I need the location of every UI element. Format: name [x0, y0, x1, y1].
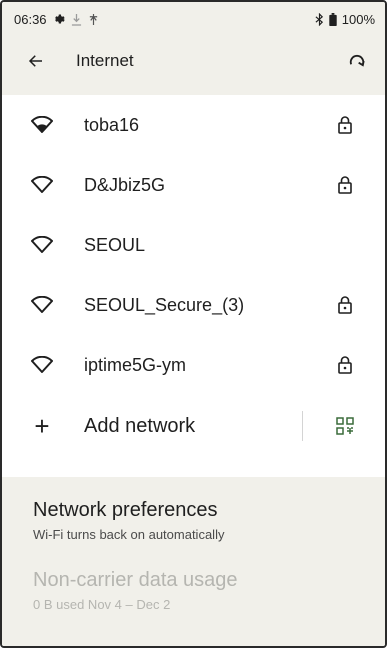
wifi-signal-icon	[30, 113, 54, 137]
download-icon	[71, 13, 82, 26]
non-carrier-data-usage-item: Non-carrier data usage 0 B used Nov 4 – …	[2, 542, 385, 612]
page-title: Internet	[76, 51, 134, 70]
battery-icon	[329, 12, 337, 26]
network-item[interactable]: SEOUL	[2, 215, 385, 275]
network-name: SEOUL_Secure_(3)	[84, 294, 245, 315]
usb-debug-icon	[88, 13, 99, 26]
phone-screen: 06:36 100% Internet toba16 D&Jbiz5G SEOU…	[0, 0, 387, 648]
network-name: toba16	[84, 114, 140, 135]
wifi-signal-icon	[30, 173, 54, 197]
back-button[interactable]	[18, 43, 54, 79]
network-item[interactable]: toba16	[2, 95, 385, 155]
lock-icon	[333, 113, 357, 137]
app-bar: Internet	[2, 36, 385, 86]
network-preferences-item[interactable]: Network preferences Wi-Fi turns back on …	[2, 477, 385, 542]
lock-icon	[333, 293, 357, 317]
bluetooth-icon	[315, 12, 324, 26]
refresh-icon	[349, 54, 365, 67]
network-name: iptime5G-ym	[84, 354, 187, 375]
pref-title: Non-carrier data usage	[33, 569, 238, 591]
qr-scan-button[interactable]	[333, 414, 357, 438]
plus-icon: +	[34, 411, 50, 441]
network-name: D&Jbiz5G	[84, 174, 166, 195]
divider	[302, 411, 303, 441]
qr-code-icon	[336, 417, 354, 435]
lock-icon	[333, 353, 357, 377]
status-time: 06:36	[14, 11, 47, 27]
lock-icon	[333, 173, 357, 197]
battery-percentage: 100%	[341, 11, 375, 27]
network-item[interactable]: iptime5G-ym	[2, 335, 385, 395]
wifi-signal-icon	[30, 233, 54, 257]
preferences-section: Network preferences Wi-Fi turns back on …	[2, 477, 385, 646]
network-item[interactable]: D&Jbiz5G	[2, 155, 385, 215]
add-network-label: Add network	[84, 414, 196, 437]
pref-subtitle: 0 B used Nov 4 – Dec 2	[33, 597, 171, 612]
network-item[interactable]: SEOUL_Secure_(3)	[2, 275, 385, 335]
refresh-button[interactable]	[341, 45, 373, 77]
pref-subtitle: Wi-Fi turns back on automatically	[33, 527, 225, 542]
arrow-back-icon	[28, 55, 42, 67]
settings-gear-icon	[53, 13, 65, 25]
wifi-signal-icon	[30, 293, 54, 317]
status-bar: 06:36 100%	[2, 2, 385, 36]
pref-title: Network preferences	[33, 499, 218, 521]
network-list: toba16 D&Jbiz5G SEOUL SEOUL_Secure_(3) i…	[2, 95, 385, 477]
network-name: SEOUL	[84, 234, 146, 255]
wifi-signal-icon	[30, 353, 54, 377]
add-network-row[interactable]: + Add network	[2, 395, 385, 457]
